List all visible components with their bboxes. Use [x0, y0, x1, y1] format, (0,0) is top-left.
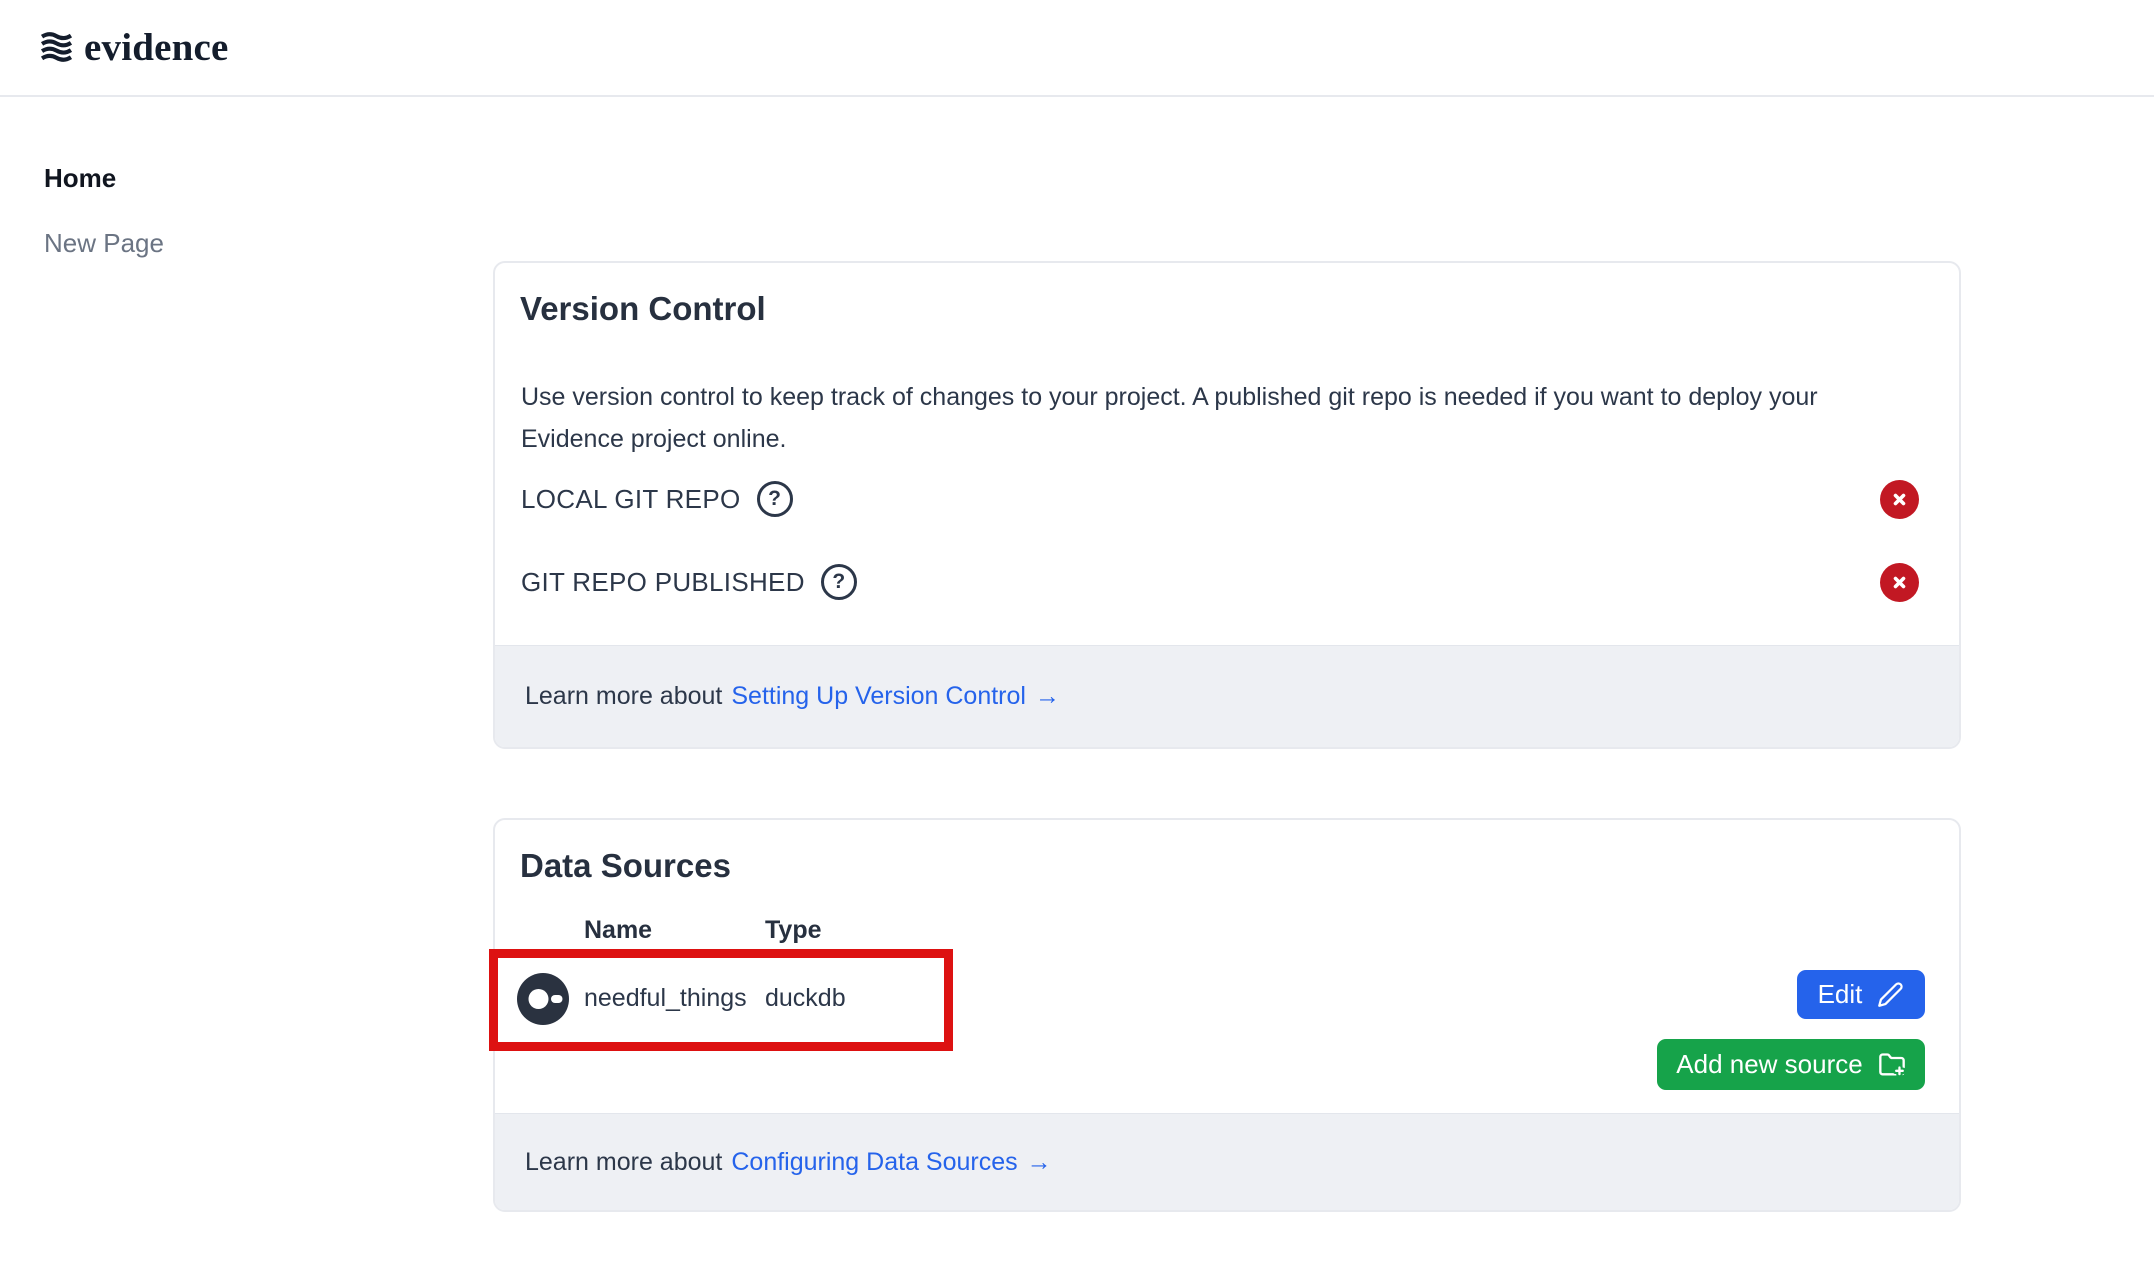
data-source-name: needful_things [584, 984, 747, 1013]
sidebar-item-home[interactable]: Home [44, 163, 116, 194]
arrow-right-icon: → [1027, 1148, 1052, 1177]
version-control-description: Use version control to keep track of cha… [521, 376, 1927, 460]
status-label: GIT REPO PUBLISHED [521, 567, 805, 598]
arrow-right-icon: → [1035, 682, 1060, 711]
add-new-source-button[interactable]: Add new source [1657, 1039, 1925, 1090]
error-x-icon [1880, 480, 1919, 519]
evidence-waves-icon [40, 31, 73, 64]
top-bar: evidence [0, 0, 2154, 97]
edit-source-button[interactable]: Edit [1797, 970, 1925, 1019]
data-sources-title: Data Sources [520, 847, 731, 885]
duckdb-icon [517, 973, 569, 1025]
sidebar-item-new-page[interactable]: New Page [44, 228, 164, 259]
version-control-title: Version Control [520, 290, 766, 328]
status-row-local-git-repo: LOCAL GIT REPO ? [521, 477, 1919, 521]
pencil-icon [1877, 981, 1904, 1008]
footer-prefix: Learn more about [525, 1148, 722, 1177]
footer-link-text: Setting Up Version Control [731, 682, 1026, 711]
help-icon[interactable]: ? [821, 564, 857, 600]
footer-link-text: Configuring Data Sources [731, 1148, 1017, 1177]
add-button-label: Add new source [1676, 1049, 1862, 1080]
setting-up-version-control-link[interactable]: Setting Up Version Control → [731, 682, 1060, 711]
column-header-type: Type [765, 916, 822, 945]
version-control-card: Version Control Use version control to k… [493, 261, 1961, 749]
footer-prefix: Learn more about [525, 682, 722, 711]
version-control-footer: Learn more about Setting Up Version Cont… [495, 645, 1959, 747]
edit-button-label: Edit [1818, 979, 1863, 1010]
error-x-icon [1880, 563, 1919, 602]
status-row-git-repo-published: GIT REPO PUBLISHED ? [521, 560, 1919, 604]
data-sources-card: Data Sources Name Type needful_things du… [493, 818, 1961, 1212]
data-source-type: duckdb [765, 984, 846, 1013]
evidence-logo-text: evidence [84, 25, 229, 70]
app-root: evidence Home New Page Version Control U… [0, 0, 2154, 1263]
folder-plus-icon [1878, 1051, 1906, 1079]
data-sources-footer: Learn more about Configuring Data Source… [495, 1113, 1959, 1210]
evidence-logo[interactable]: evidence [40, 25, 229, 70]
status-label: LOCAL GIT REPO [521, 484, 741, 515]
help-icon[interactable]: ? [757, 481, 793, 517]
column-header-name: Name [584, 916, 652, 945]
configuring-data-sources-link[interactable]: Configuring Data Sources → [731, 1148, 1051, 1177]
